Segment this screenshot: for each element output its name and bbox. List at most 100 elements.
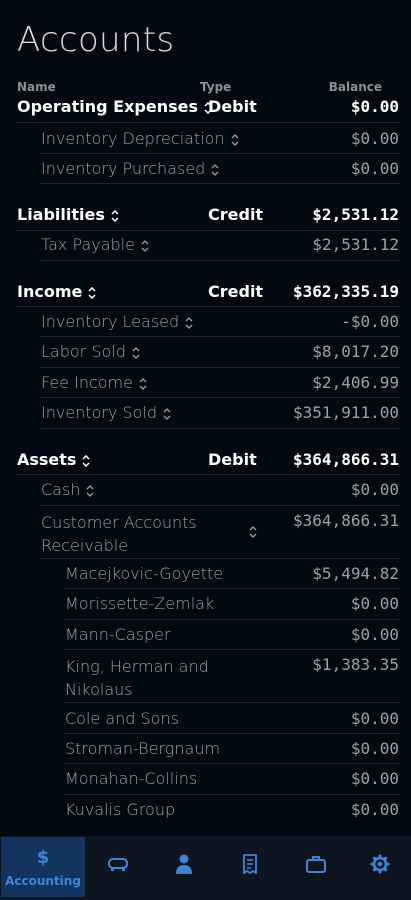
account-name: Labor Sold (41, 342, 126, 361)
account-balance: -$0.00 (341, 312, 399, 331)
account-balance: $351,911.00 (293, 403, 399, 422)
account-group-name: Income (17, 282, 83, 301)
account-balance: $5,494.82 (312, 564, 399, 583)
car-icon (107, 856, 129, 876)
account-balance: $1,383.35 (312, 655, 399, 674)
account-balance: $0.00 (350, 129, 399, 148)
divider (41, 505, 399, 506)
account-balance: $0.00 (350, 739, 399, 758)
gear-icon (370, 854, 390, 878)
account-name: Monahan-Collins (65, 769, 198, 788)
account-name: Inventory Purchased (41, 159, 206, 178)
divider (41, 153, 399, 154)
divider (41, 336, 399, 337)
chevron-up-down-icon[interactable] (86, 484, 94, 497)
chevron-up-down-icon[interactable] (249, 526, 257, 538)
account-balance: $364,866.31 (293, 511, 399, 530)
divider (41, 367, 399, 368)
divider (65, 702, 399, 703)
chevron-up-down-icon[interactable] (111, 209, 119, 222)
account-balance: $0.00 (350, 625, 399, 644)
divider (65, 649, 399, 650)
person-icon (175, 854, 193, 878)
account-name: Tax Payable (41, 235, 135, 254)
dollar-icon: $ (36, 846, 50, 870)
nav-accounting-label: Accounting (5, 874, 81, 888)
account-name: Inventory Sold (41, 403, 158, 422)
account-group-balance: $0.00 (350, 97, 399, 116)
nav-vehicles[interactable] (85, 836, 151, 896)
chevron-up-down-icon[interactable] (163, 407, 171, 420)
divider (41, 260, 399, 261)
account-name: Kuvalis Group (65, 800, 176, 819)
account-balance: $0.00 (350, 709, 399, 728)
divider (41, 397, 399, 398)
account-row[interactable]: Customer Accounts Receivable $364,866.31 (0, 511, 411, 557)
nav-accounting[interactable]: $ Accounting (1, 837, 85, 897)
nav-settings[interactable] (349, 836, 411, 896)
account-group-type: Credit (208, 205, 264, 224)
divider (17, 306, 399, 307)
divider (65, 619, 399, 620)
account-name: Cole and Sons (65, 709, 179, 728)
account-group-type: Debit (208, 450, 257, 469)
chevron-up-down-icon[interactable] (231, 133, 239, 146)
account-name: Macejkovic-Goyette (65, 564, 224, 583)
chevron-up-down-icon[interactable] (211, 163, 219, 176)
chevron-up-down-icon[interactable] (139, 377, 147, 390)
account-balance: $0.00 (350, 159, 399, 178)
column-header-name[interactable]: Name (17, 80, 56, 94)
account-name: Inventory Depreciation (41, 129, 225, 148)
svg-text:$: $ (37, 847, 50, 866)
account-name: Inventory Leased (41, 312, 180, 331)
account-group-name: Assets (17, 450, 77, 469)
chevron-up-down-icon[interactable] (132, 346, 140, 359)
account-group-balance: $364,866.31 (293, 450, 399, 469)
account-name: Morissette-Zemlak (65, 594, 215, 613)
divider (41, 428, 399, 429)
account-name: Customer Accounts Receivable (41, 513, 197, 555)
divider (17, 230, 399, 231)
nav-invoices[interactable] (217, 836, 283, 896)
account-name: Mann-Casper (65, 625, 171, 644)
account-balance: $0.00 (350, 800, 399, 819)
column-header-balance[interactable]: Balance (329, 80, 382, 94)
account-group-row[interactable]: Operating Expenses Debit $0.00 (0, 97, 411, 121)
account-balance: $8,017.20 (312, 342, 399, 361)
receipt-icon (242, 854, 258, 878)
nav-people[interactable] (151, 836, 217, 896)
account-balance: $0.00 (350, 594, 399, 613)
bottom-navigation: $ Accounting (0, 836, 411, 900)
chevron-up-down-icon[interactable] (82, 454, 90, 467)
account-group-name: Operating Expenses (17, 97, 198, 116)
account-name: King, Herman and Nikolaus (65, 657, 209, 699)
account-name: Cash (41, 480, 81, 499)
divider (17, 122, 399, 123)
account-group-type: Credit (208, 282, 264, 301)
account-balance: $0.00 (350, 769, 399, 788)
account-balance: $0.00 (350, 480, 399, 499)
account-name: Stroman-Bergnaum (65, 739, 221, 758)
divider (17, 474, 399, 475)
account-name: Fee Income (41, 373, 133, 392)
chevron-up-down-icon[interactable] (88, 286, 96, 299)
divider (65, 588, 399, 589)
account-group-balance: $362,335.19 (293, 282, 399, 301)
account-balance: $2,531.12 (312, 235, 399, 254)
page-title: Accounts (17, 20, 175, 60)
account-group-type: Debit (208, 97, 257, 116)
account-row[interactable]: King, Herman and Nikolaus $1,383.35 (0, 655, 411, 701)
briefcase-icon (305, 854, 327, 878)
account-balance: $2,406.99 (312, 373, 399, 392)
divider (41, 183, 399, 184)
divider (65, 763, 399, 764)
divider (65, 733, 399, 734)
chevron-up-down-icon[interactable] (141, 239, 149, 252)
nav-jobs[interactable] (283, 836, 349, 896)
column-header-type[interactable]: Type (200, 80, 231, 94)
account-group-balance: $2,531.12 (312, 205, 399, 224)
divider (41, 558, 399, 559)
account-group-name: Liabilities (17, 205, 105, 224)
chevron-up-down-icon[interactable] (185, 316, 193, 329)
divider (65, 794, 399, 795)
